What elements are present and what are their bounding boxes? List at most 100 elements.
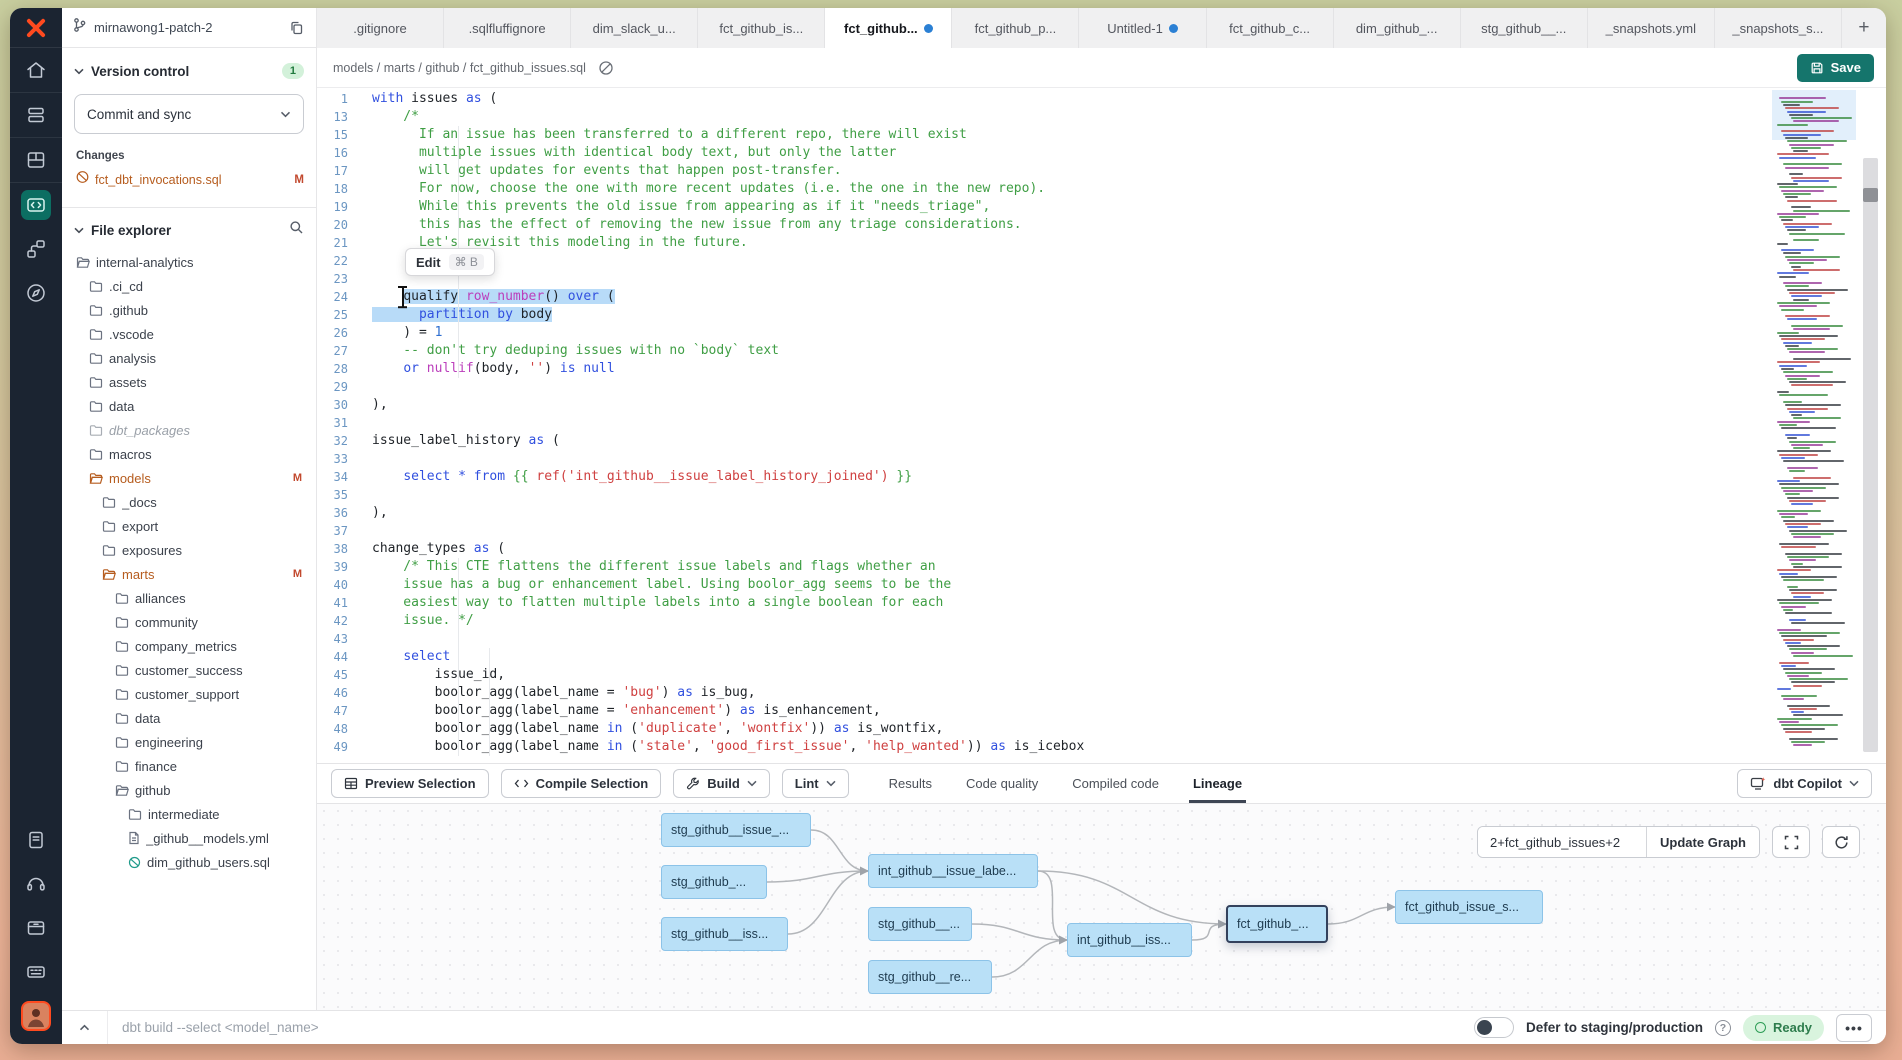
line-number: 36 xyxy=(317,504,361,522)
file-tree-item[interactable]: _github__models.yml xyxy=(62,826,316,850)
file-tree-item[interactable]: martsM xyxy=(62,562,316,586)
line-number: 26 xyxy=(317,324,361,342)
edit-tooltip[interactable]: Edit ⌘ B xyxy=(405,248,495,276)
file-tree-item[interactable]: engineering xyxy=(62,730,316,754)
file-tree-item[interactable]: github xyxy=(62,778,316,802)
editor-tab[interactable]: Untitled-1 xyxy=(1079,8,1206,48)
editor-tab[interactable]: .gitignore xyxy=(317,8,444,48)
editor-tab[interactable]: fct_github_is... xyxy=(698,8,825,48)
collapse-panel-button[interactable] xyxy=(62,1011,108,1044)
rail-item-notebook[interactable] xyxy=(10,818,62,862)
dbt-logo[interactable] xyxy=(10,8,62,48)
preview-selection-button[interactable]: Preview Selection xyxy=(331,769,489,798)
update-graph-button[interactable]: Update Graph xyxy=(1646,827,1759,857)
file-tree-item[interactable]: macros xyxy=(62,442,316,466)
file-tree-item[interactable]: finance xyxy=(62,754,316,778)
panel-tab-compiled-code[interactable]: Compiled code xyxy=(1072,764,1159,803)
editor-tab[interactable]: stg_github__... xyxy=(1461,8,1588,48)
file-tree-item[interactable]: data xyxy=(62,706,316,730)
editor-tab[interactable]: dim_slack_u... xyxy=(571,8,698,48)
search-icon[interactable] xyxy=(289,220,304,240)
save-button[interactable]: Save xyxy=(1797,54,1874,82)
lineage-node[interactable]: stg_github__issue_... xyxy=(661,813,811,847)
lint-button[interactable]: Lint xyxy=(782,769,849,798)
panel-tab-code-quality[interactable]: Code quality xyxy=(966,764,1038,803)
defer-toggle[interactable] xyxy=(1474,1017,1514,1038)
file-tree-item[interactable]: alliances xyxy=(62,586,316,610)
change-indicator-icon[interactable] xyxy=(596,58,616,78)
file-tree-item[interactable]: intermediate xyxy=(62,802,316,826)
editor-tab[interactable]: _snapshots_s... xyxy=(1715,8,1842,48)
rail-item-dashboard[interactable] xyxy=(10,138,62,182)
minimap-line xyxy=(1793,210,1850,212)
minimap-line xyxy=(1781,101,1813,103)
lineage-filter-input[interactable] xyxy=(1478,827,1646,857)
rail-item-deploy[interactable] xyxy=(10,93,62,137)
file-tree-item[interactable]: .github xyxy=(62,298,316,322)
file-tree-label: customer_support xyxy=(135,687,316,702)
lineage-node[interactable]: int_github__issue_labe... xyxy=(868,854,1038,888)
file-tree-item[interactable]: assets xyxy=(62,370,316,394)
lineage-node[interactable]: stg_github__iss... xyxy=(661,917,788,951)
file-tree-item[interactable]: customer_success xyxy=(62,658,316,682)
build-button[interactable]: Build xyxy=(673,769,770,798)
breadcrumb-row: models / marts / github / fct_github_iss… xyxy=(317,48,1886,88)
chevron-down-icon xyxy=(1849,780,1859,787)
refresh-button[interactable] xyxy=(1822,826,1860,858)
file-tree-item[interactable]: customer_support xyxy=(62,682,316,706)
minimap[interactable] xyxy=(1772,90,1856,759)
lineage-node[interactable]: int_github__iss... xyxy=(1067,923,1192,957)
compile-selection-button[interactable]: Compile Selection xyxy=(501,769,662,798)
file-tree-item[interactable]: internal-analytics xyxy=(62,250,316,274)
lineage-node[interactable]: stg_github__re... xyxy=(868,960,992,994)
file-tree-item[interactable]: exposures xyxy=(62,538,316,562)
lineage-node[interactable]: fct_github_issue_s... xyxy=(1395,890,1543,924)
lineage-node[interactable]: fct_github_... xyxy=(1226,905,1328,943)
version-control-header[interactable]: Version control 1 xyxy=(62,48,316,88)
rail-item-explore[interactable] xyxy=(10,271,62,315)
editor-tab[interactable]: _snapshots.yml xyxy=(1588,8,1715,48)
lineage-node[interactable]: stg_github_... xyxy=(661,865,767,899)
lineage-node[interactable]: stg_github__... xyxy=(868,907,972,941)
copy-branch-button[interactable] xyxy=(287,18,306,38)
rail-item-keyboard[interactable] xyxy=(10,950,62,994)
editor-tab[interactable]: dim_github_... xyxy=(1334,8,1461,48)
editor-tab[interactable]: fct_github_c... xyxy=(1207,8,1334,48)
command-status-bar: Defer to staging/production ? Ready ••• xyxy=(62,1010,1886,1044)
scrollbar-track[interactable] xyxy=(1863,158,1878,752)
dbt-command-input[interactable] xyxy=(108,1020,1474,1035)
file-tree-item[interactable]: _docs xyxy=(62,490,316,514)
file-tree-item[interactable]: data xyxy=(62,394,316,418)
file-tree-item[interactable]: modelsM xyxy=(62,466,316,490)
editor-tab[interactable]: fct_github_p... xyxy=(952,8,1079,48)
file-tree-item[interactable]: community xyxy=(62,610,316,634)
rail-item-docs[interactable] xyxy=(10,906,62,950)
rail-item-develop[interactable] xyxy=(10,183,62,227)
changed-file-row[interactable]: fct_dbt_invocations.sql M xyxy=(62,166,316,193)
fullscreen-button[interactable] xyxy=(1772,826,1810,858)
panel-tab-results[interactable]: Results xyxy=(889,764,932,803)
scrollbar-thumb[interactable] xyxy=(1863,188,1878,202)
dbt-copilot-button[interactable]: dbt Copilot xyxy=(1737,769,1872,798)
rail-item-orchestrate[interactable] xyxy=(10,227,62,271)
new-tab-button[interactable]: + xyxy=(1842,8,1886,48)
more-options-button[interactable]: ••• xyxy=(1836,1014,1872,1042)
file-tree-item[interactable]: dim_github_users.sql xyxy=(62,850,316,874)
file-tree-item[interactable]: analysis xyxy=(62,346,316,370)
code-editor[interactable]: 1with issues as (13 /*15 If an issue has… xyxy=(317,88,1886,763)
commit-and-sync-dropdown[interactable]: Commit and sync xyxy=(74,94,304,134)
editor-tab[interactable]: fct_github... xyxy=(825,8,952,48)
file-tree-label: community xyxy=(135,615,316,630)
help-icon[interactable]: ? xyxy=(1715,1020,1731,1036)
user-avatar[interactable] xyxy=(10,994,62,1038)
file-tree-item[interactable]: dbt_packages xyxy=(62,418,316,442)
editor-tab[interactable]: .sqlfluffignore xyxy=(444,8,571,48)
file-tree-item[interactable]: export xyxy=(62,514,316,538)
file-tree-item[interactable]: company_metrics xyxy=(62,634,316,658)
file-explorer-header[interactable]: File explorer xyxy=(62,208,316,248)
rail-item-home[interactable] xyxy=(10,48,62,92)
file-tree-item[interactable]: .ci_cd xyxy=(62,274,316,298)
file-tree-item[interactable]: .vscode xyxy=(62,322,316,346)
rail-item-support[interactable] xyxy=(10,862,62,906)
panel-tab-lineage[interactable]: Lineage xyxy=(1193,764,1242,803)
